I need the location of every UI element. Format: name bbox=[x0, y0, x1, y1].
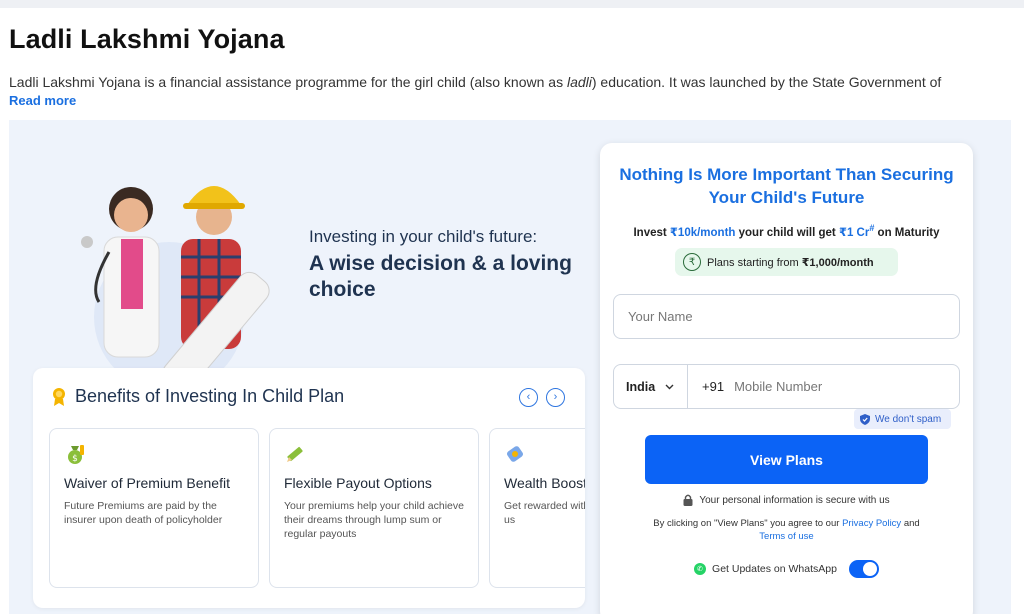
mobile-input[interactable]: Mobile Number bbox=[724, 379, 822, 394]
plans-starting-badge: ₹ Plans starting from ₹1,000/month bbox=[675, 248, 898, 276]
lock-icon bbox=[683, 494, 693, 506]
consent-prefix: By clicking on "View Plans" you agree to… bbox=[653, 518, 843, 529]
dial-code: +91 bbox=[702, 379, 725, 394]
invest-suffix: on Maturity bbox=[874, 226, 940, 239]
terms-of-use-link[interactable]: Terms of use bbox=[759, 531, 813, 542]
intro-text-start: Ladli Lakshmi Yojana is a financial assi… bbox=[9, 74, 567, 90]
intro-text-end: ) education. It was launched by the Stat… bbox=[591, 74, 942, 90]
read-more-link[interactable]: Read more bbox=[9, 93, 76, 108]
whatsapp-icon: ✆ bbox=[694, 563, 707, 575]
whatsapp-updates: ✆ Get Updates on WhatsApp bbox=[600, 560, 973, 578]
award-badge-icon bbox=[53, 387, 65, 406]
lead-form: Nothing Is More Important Than Securing … bbox=[600, 143, 973, 614]
tagline-line-2: A wise decision & a loving choice bbox=[309, 252, 572, 301]
whatsapp-toggle[interactable] bbox=[848, 560, 879, 578]
secure-note: Your personal information is secure with… bbox=[600, 494, 973, 506]
benefit-tile-payout: Flexible Payout Options Your premiums he… bbox=[269, 428, 479, 588]
view-plans-button[interactable]: View Plans bbox=[645, 435, 928, 484]
country-value: India bbox=[626, 379, 656, 394]
name-placeholder: Your Name bbox=[628, 309, 693, 324]
page-title: Ladli Lakshmi Yojana bbox=[9, 24, 285, 54]
svg-text:$: $ bbox=[72, 454, 78, 464]
invest-mid: your child will get bbox=[735, 226, 839, 239]
invest-line: Invest ₹10k/month your child will get ₹1… bbox=[600, 223, 973, 239]
benefit-title: Wealth Boost bbox=[504, 475, 585, 491]
benefit-tile-waiver: $ Waiver of Premium Benefit Future Premi… bbox=[49, 428, 259, 588]
hero-tagline: Investing in your child's future: A wise… bbox=[309, 227, 599, 303]
shield-icon bbox=[860, 413, 870, 425]
benefits-title: Benefits of Investing In Child Plan bbox=[75, 386, 345, 406]
intro-paragraph: Ladli Lakshmi Yojana is a financial assi… bbox=[9, 72, 1009, 92]
consent-and: and bbox=[901, 518, 920, 529]
invest-prefix: Invest bbox=[633, 226, 670, 239]
children-illustration bbox=[81, 186, 270, 377]
phone-field: India +91 Mobile Number bbox=[613, 364, 960, 409]
benefit-tile-wealth: Wealth Boost Get rewarded with Loyalty B… bbox=[489, 428, 585, 588]
benefit-desc: Future Premiums are paid by the insurer … bbox=[64, 500, 223, 526]
money-bag-icon: $ bbox=[68, 445, 84, 464]
privacy-policy-link[interactable]: Privacy Policy bbox=[842, 518, 901, 529]
chevron-down-icon bbox=[665, 384, 674, 389]
benefit-tiles: $ Waiver of Premium Benefit Future Premi… bbox=[49, 428, 585, 588]
benefit-title: Waiver of Premium Benefit bbox=[64, 475, 230, 491]
benefit-title: Flexible Payout Options bbox=[284, 475, 432, 491]
no-spam-badge: We don't spam bbox=[854, 409, 951, 429]
benefit-desc: Your premiums help your child achieve th… bbox=[284, 500, 464, 540]
invest-amount: ₹10k/month bbox=[669, 226, 736, 239]
country-select[interactable]: India bbox=[614, 365, 688, 408]
coin-icon bbox=[507, 446, 523, 462]
chevron-left-icon[interactable]: ‹ bbox=[519, 388, 538, 407]
carousel-nav: ‹ › bbox=[519, 388, 565, 407]
secure-text: Your personal information is secure with… bbox=[699, 494, 890, 506]
tagline-line-1: Investing in your child's future: bbox=[309, 227, 538, 246]
benefits-card: Benefits of Investing In Child Plan ‹ › … bbox=[33, 368, 585, 608]
consent-text: By clicking on "View Plans" you agree to… bbox=[640, 517, 933, 543]
form-headline: Nothing Is More Important Than Securing … bbox=[619, 165, 954, 207]
plans-prefix: Plans starting from bbox=[707, 256, 802, 269]
name-field[interactable]: Your Name bbox=[613, 294, 960, 339]
pencil-icon bbox=[287, 446, 303, 462]
chevron-right-icon[interactable]: › bbox=[546, 388, 565, 407]
rupee-icon: ₹ bbox=[683, 253, 701, 271]
top-strip bbox=[0, 0, 1024, 8]
plans-amount: ₹1,000/month bbox=[801, 256, 874, 269]
benefits-header: Benefits of Investing In Child Plan bbox=[51, 386, 344, 407]
no-spam-text: We don't spam bbox=[875, 413, 942, 425]
invest-return: ₹1 Cr bbox=[838, 226, 870, 239]
benefit-desc: Get rewarded with Loyalty Bonus for us bbox=[504, 500, 585, 526]
plans-text: Plans starting from ₹1,000/month bbox=[707, 256, 874, 269]
whatsapp-label: Get Updates on WhatsApp bbox=[712, 563, 837, 575]
intro-italic-term: ladli bbox=[566, 74, 592, 90]
